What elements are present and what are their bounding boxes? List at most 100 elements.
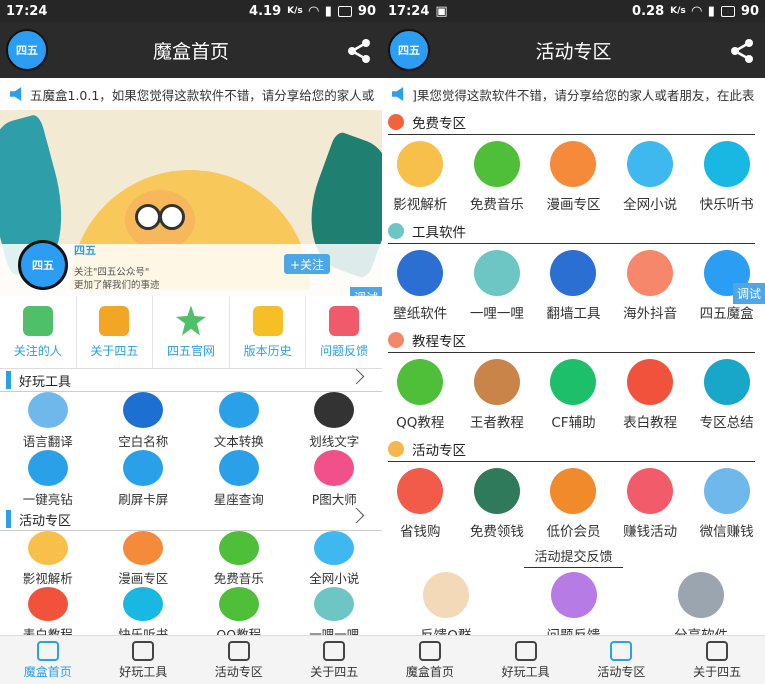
grid-item-label: 快乐听书 bbox=[699, 197, 754, 213]
grid-item[interactable]: 壁纸软件 bbox=[382, 244, 459, 328]
section-dot-icon bbox=[388, 223, 404, 239]
grid-item[interactable]: 漫画专区 bbox=[96, 531, 192, 587]
section-list: 免费专区 影视解析 免费音乐 漫画专区 全网小说 快乐听书 工具软件 壁纸软件 一哩一哩 翻墙工具… bbox=[382, 110, 765, 546]
section-title: 好玩工具 bbox=[19, 374, 72, 390]
app-logo[interactable]: 四五 bbox=[6, 29, 48, 71]
signal-icon: ▮ bbox=[707, 3, 715, 19]
quick-item[interactable]: 关注的人 bbox=[0, 296, 77, 368]
grid-item[interactable]: 低价会员 bbox=[535, 462, 612, 546]
grid-icon bbox=[132, 640, 155, 661]
face-icon bbox=[627, 141, 674, 187]
rocket-icon bbox=[550, 250, 597, 296]
message-icon bbox=[550, 572, 597, 618]
face-icon bbox=[314, 531, 355, 565]
quick-item[interactable]: 关于四五 bbox=[77, 296, 154, 368]
grid-item[interactable]: 影视解析 bbox=[0, 531, 96, 587]
quick-item[interactable]: 问题反馈 bbox=[306, 296, 382, 368]
grid-item-label: 划线文字 bbox=[309, 434, 360, 449]
quick-item[interactable]: 四五官网 bbox=[153, 296, 230, 368]
banner-name: 四五 bbox=[74, 244, 96, 257]
status-bar: 17:24 ▣ 0.28 K/s ◠ ▮ 90 bbox=[382, 0, 765, 22]
section-dot-icon bbox=[388, 332, 404, 348]
grid-item[interactable]: 一键亮钻 bbox=[0, 450, 96, 508]
gift-icon bbox=[397, 468, 444, 514]
grid-item[interactable]: 空白名称 bbox=[96, 392, 192, 450]
title-bar: 四五 魔盒首页 bbox=[0, 22, 382, 78]
grid-item[interactable]: 赚钱活动 bbox=[612, 462, 689, 546]
quick-item[interactable]: 版本历史 bbox=[230, 296, 307, 368]
grid-item-label: 海外抖音 bbox=[623, 306, 678, 322]
grid-item[interactable]: 免费领钱 bbox=[459, 462, 536, 546]
section-grid: QQ教程 王者教程 CF辅助 表白教程 专区总结 bbox=[382, 353, 765, 437]
grid-item[interactable]: 海外抖音 bbox=[612, 244, 689, 328]
chevron-right-icon[interactable] bbox=[348, 368, 365, 385]
nav-item[interactable]: 活动专区 bbox=[574, 636, 670, 684]
section-title: 活动专区 bbox=[19, 513, 72, 529]
grid-item[interactable]: 一哩一哩 bbox=[459, 244, 536, 328]
grid-item[interactable]: 专区总结 bbox=[688, 353, 765, 437]
card-icon bbox=[27, 450, 68, 486]
nav-label: 好玩工具 bbox=[501, 664, 550, 679]
grid-item[interactable]: 免费音乐 bbox=[191, 531, 287, 587]
grid-item[interactable]: 语言翻译 bbox=[0, 392, 96, 450]
grid-item[interactable]: 微信赚钱 bbox=[688, 462, 765, 546]
grid-item-label: 一哩一哩 bbox=[469, 306, 524, 322]
grid-item[interactable]: P图大师 bbox=[287, 450, 383, 508]
pie-icon bbox=[627, 250, 674, 296]
grid-item[interactable]: 免费音乐 bbox=[459, 135, 536, 219]
grid-item[interactable]: 影视解析 bbox=[382, 135, 459, 219]
grid-item-label: 表白教程 bbox=[623, 415, 678, 431]
grid-item[interactable]: 王者教程 bbox=[459, 353, 536, 437]
nav-item[interactable]: 好玩工具 bbox=[96, 636, 192, 684]
promo-banner[interactable]: 四五 四五 关注"四五公众号" 更加了解我们的事迹 +关注 调试 bbox=[0, 110, 382, 296]
section-grid: 省钱购 免费领钱 低价会员 赚钱活动 微信赚钱 bbox=[382, 462, 765, 546]
section-header: 活动专区 bbox=[388, 437, 755, 462]
debug-button[interactable]: 调试 bbox=[349, 287, 382, 296]
speaker-icon bbox=[392, 87, 404, 101]
share-icon[interactable] bbox=[729, 38, 755, 64]
grid-item-label: 免费领钱 bbox=[469, 524, 524, 540]
section-title: 教程专区 bbox=[412, 334, 466, 350]
debug-button[interactable]: 调试 bbox=[732, 283, 765, 304]
nav-item[interactable]: 关于四五 bbox=[669, 636, 765, 684]
nav-item[interactable]: 关于四五 bbox=[287, 636, 383, 684]
app-logo[interactable]: 四五 bbox=[388, 29, 430, 71]
network-speed: 4.19 bbox=[249, 3, 282, 19]
chevron-right-icon[interactable] bbox=[348, 507, 365, 524]
girl-icon bbox=[422, 572, 469, 618]
grid-item[interactable]: 刷屏卡屏 bbox=[96, 450, 192, 508]
section-dot-icon bbox=[388, 114, 404, 130]
grid-item[interactable]: 表白教程 bbox=[612, 353, 689, 437]
network-speed: 0.28 bbox=[632, 3, 665, 19]
grid-item[interactable]: 省钱购 bbox=[382, 462, 459, 546]
t-icon bbox=[703, 141, 750, 187]
nav-item[interactable]: 好玩工具 bbox=[478, 636, 574, 684]
nav-item[interactable]: 魔盒首页 bbox=[0, 636, 96, 684]
grid-item-label: QQ教程 bbox=[396, 415, 445, 431]
home-icon bbox=[418, 640, 441, 661]
grid-item-label: 省钱购 bbox=[400, 524, 441, 540]
grid-item-label: P图大师 bbox=[311, 492, 357, 507]
follow-button[interactable]: +关注 bbox=[284, 254, 330, 274]
nav-label: 活动专区 bbox=[214, 664, 263, 679]
grid-item[interactable]: 漫画专区 bbox=[535, 135, 612, 219]
nav-item[interactable]: 魔盒首页 bbox=[382, 636, 478, 684]
grid-item[interactable]: 全网小说 bbox=[612, 135, 689, 219]
grid-item[interactable]: QQ教程 bbox=[382, 353, 459, 437]
nav-item[interactable]: 活动专区 bbox=[191, 636, 287, 684]
grid-item[interactable]: 划线文字 bbox=[287, 392, 383, 450]
share-icon[interactable] bbox=[346, 38, 372, 64]
wand-icon bbox=[550, 141, 597, 187]
grid-item[interactable]: 全网小说 bbox=[287, 531, 383, 587]
grid-item[interactable]: CF辅助 bbox=[535, 353, 612, 437]
grid-item[interactable]: 翻墙工具 bbox=[535, 244, 612, 328]
leaf-icon bbox=[397, 250, 444, 296]
fire-icon bbox=[550, 468, 597, 514]
grid-item-label: 壁纸软件 bbox=[393, 306, 448, 322]
signal-icon: ▮ bbox=[324, 3, 332, 19]
grid-item[interactable]: 文本转换 bbox=[191, 392, 287, 450]
nav-label: 魔盒首页 bbox=[23, 664, 72, 679]
grid-item[interactable]: 星座查询 bbox=[191, 450, 287, 508]
grid-item[interactable]: 快乐听书 bbox=[688, 135, 765, 219]
tools-grid: 语言翻译 空白名称 文本转换 划线文字一键亮钻 刷屏卡屏 星座查询 P图大师 bbox=[0, 392, 382, 508]
